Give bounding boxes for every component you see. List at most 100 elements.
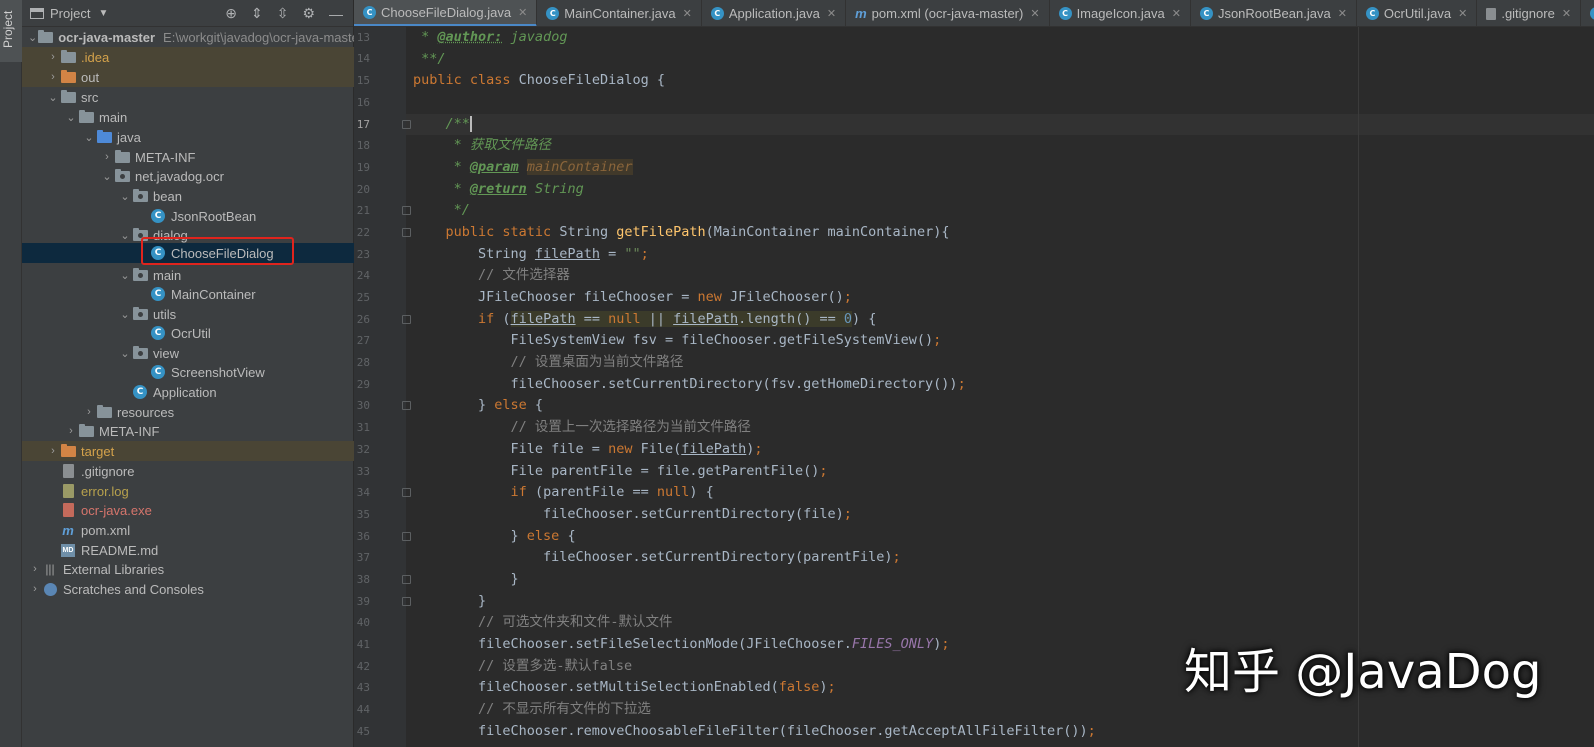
tree-item-label: java <box>117 129 141 145</box>
code-line: fileChooser.setMultiSelectionEnabled(fal… <box>413 679 836 695</box>
text-caret <box>469 116 472 132</box>
chevron-right-icon[interactable]: › <box>28 583 42 595</box>
chevron-down-icon[interactable]: ⌄ <box>118 269 132 282</box>
code-line: String filePath = ""; <box>413 246 649 262</box>
code-line: File file = new File(filePath); <box>413 441 763 457</box>
fold-marker[interactable] <box>402 228 411 237</box>
fold-marker[interactable] <box>402 120 411 129</box>
tab-truncated[interactable]: C S <box>1581 0 1594 26</box>
chevron-down-icon[interactable]: ⌄ <box>46 91 60 104</box>
chevron-right-icon[interactable]: › <box>46 71 60 83</box>
fold-marker[interactable] <box>402 575 411 584</box>
close-icon[interactable]: ✕ <box>1030 7 1039 20</box>
tab-gitignore[interactable]: .gitignore ✕ <box>1477 0 1582 26</box>
chevron-right-icon[interactable]: › <box>46 445 60 457</box>
tree-item-meta-inf[interactable]: › META-INF <box>22 147 354 167</box>
tab-choosefiledialog[interactable]: C ChooseFileDialog.java ✕ <box>354 0 538 26</box>
tree-item-java[interactable]: ⌄ java <box>22 127 354 147</box>
tree-item-main[interactable]: ⌄ main <box>22 107 354 127</box>
tree-item-scratches[interactable]: › Scratches and Consoles <box>22 579 354 599</box>
tree-item-ocr-exe[interactable]: ocr-java.exe <box>22 500 354 520</box>
chevron-right-icon[interactable]: › <box>82 406 96 418</box>
chevron-down-icon[interactable]: ▼ <box>98 8 108 19</box>
java-class-icon: C <box>363 5 376 19</box>
java-class-icon: C <box>1365 7 1379 20</box>
tree-item-label: out <box>81 69 100 85</box>
tree-item-project-root[interactable]: ⌄ ocr-java-master E:\workgit\javadog\ocr… <box>22 27 363 47</box>
chevron-down-icon[interactable]: ⌄ <box>64 111 78 124</box>
tree-item-utils[interactable]: ⌄ utils <box>22 304 354 324</box>
tree-item-maincontainer[interactable]: C MainContainer <box>22 284 354 304</box>
chevron-right-icon[interactable]: › <box>28 563 42 575</box>
project-tool-button[interactable]: Project <box>0 0 22 62</box>
code-line: // 可选文件夹和文件-默认文件 <box>413 614 673 630</box>
line-number: 27 <box>356 334 370 347</box>
chevron-down-icon[interactable]: ⌄ <box>118 308 132 321</box>
chevron-down-icon[interactable]: ⌄ <box>28 31 37 44</box>
tab-ocrutil[interactable]: C OcrUtil.java ✕ <box>1357 0 1478 26</box>
tab-label: pom.xml (ocr-java-master) <box>871 6 1024 21</box>
tree-item-out[interactable]: › out <box>22 67 354 87</box>
fold-marker[interactable] <box>402 488 411 497</box>
close-icon[interactable]: ✕ <box>518 6 527 19</box>
project-panel-header[interactable]: Project ▼ ⊕ ⇕ ⇳ ⚙ — <box>22 0 353 27</box>
tree-item-external-libraries[interactable]: › ||| External Libraries <box>22 559 354 579</box>
tree-item-readme[interactable]: MD README.md <box>22 540 354 560</box>
chevron-down-icon[interactable]: ⌄ <box>118 229 132 242</box>
close-icon[interactable]: ✕ <box>1172 7 1181 20</box>
expand-all-icon[interactable]: ⇕ <box>251 5 263 22</box>
chevron-right-icon[interactable]: › <box>100 151 114 163</box>
line-number: 42 <box>356 660 370 673</box>
chevron-down-icon[interactable]: ⌄ <box>100 170 114 183</box>
chevron-right-icon[interactable]: › <box>46 51 60 63</box>
fold-marker[interactable] <box>402 532 411 541</box>
collapse-all-icon[interactable]: ⇳ <box>277 5 289 22</box>
tab-label: MainContainer.java <box>564 6 676 21</box>
tree-item-idea[interactable]: › .idea <box>22 47 354 67</box>
locate-icon[interactable]: ⊕ <box>225 5 237 22</box>
tree-item-gitignore[interactable]: .gitignore <box>22 461 354 481</box>
chevron-right-icon[interactable]: › <box>64 425 78 437</box>
chevron-down-icon[interactable]: ⌄ <box>118 190 132 203</box>
tab-pom[interactable]: m pom.xml (ocr-java-master) ✕ <box>846 0 1050 26</box>
close-icon[interactable]: ✕ <box>1458 7 1467 20</box>
close-icon[interactable]: ✕ <box>827 7 836 20</box>
close-icon[interactable]: ✕ <box>1338 7 1347 20</box>
tree-item-pom[interactable]: m pom.xml <box>22 520 354 540</box>
tab-application[interactable]: C Application.java ✕ <box>702 0 847 26</box>
close-icon[interactable]: ✕ <box>1562 7 1571 20</box>
tree-item-main-package[interactable]: ⌄ main <box>22 265 354 285</box>
tree-item-error-log[interactable]: error.log <box>22 481 354 501</box>
java-class-icon: C <box>1590 7 1594 20</box>
tree-item-package[interactable]: ⌄ net.javadog.ocr <box>22 166 354 186</box>
fold-marker[interactable] <box>402 315 411 324</box>
tree-item-application[interactable]: C Application <box>22 382 354 402</box>
tree-item-ocrutil[interactable]: C OcrUtil <box>22 323 354 343</box>
chevron-down-icon[interactable]: ⌄ <box>118 347 132 360</box>
tree-item-jsonrootbean[interactable]: C JsonRootBean <box>22 206 354 226</box>
tree-item-resources[interactable]: › resources <box>22 402 354 422</box>
code-line: if (filePath == null || filePath.length(… <box>478 311 877 327</box>
tab-jsonrootbean[interactable]: C JsonRootBean.java ✕ <box>1191 0 1357 26</box>
tree-item-screenshotview[interactable]: C ScreenshotView <box>22 362 354 382</box>
code-line: // 不显示所有文件的下拉选 <box>413 701 651 717</box>
gear-icon[interactable]: ⚙ <box>302 5 315 22</box>
tab-imageicon[interactable]: C ImageIcon.java ✕ <box>1050 0 1191 26</box>
code-line: * @return String <box>413 181 584 197</box>
folder-icon <box>114 149 130 164</box>
fold-marker[interactable] <box>402 597 411 606</box>
close-icon[interactable]: ✕ <box>683 7 692 20</box>
tree-item-meta-inf-2[interactable]: › META-INF <box>22 421 354 441</box>
tree-item-target[interactable]: › target <box>22 441 354 461</box>
line-number: 17 <box>356 118 370 131</box>
fold-marker[interactable] <box>402 401 411 410</box>
fold-marker[interactable] <box>402 206 411 215</box>
tree-item-src[interactable]: ⌄ src <box>22 87 354 107</box>
tab-maincontainer[interactable]: C MainContainer.java ✕ <box>537 0 702 26</box>
line-number: 33 <box>356 465 370 478</box>
tree-item-bean[interactable]: ⌄ bean <box>22 186 354 206</box>
chevron-down-icon[interactable]: ⌄ <box>82 131 96 144</box>
hide-icon[interactable]: — <box>329 6 343 22</box>
code-line: } else { <box>413 397 544 413</box>
tree-item-view[interactable]: ⌄ view <box>22 343 354 363</box>
